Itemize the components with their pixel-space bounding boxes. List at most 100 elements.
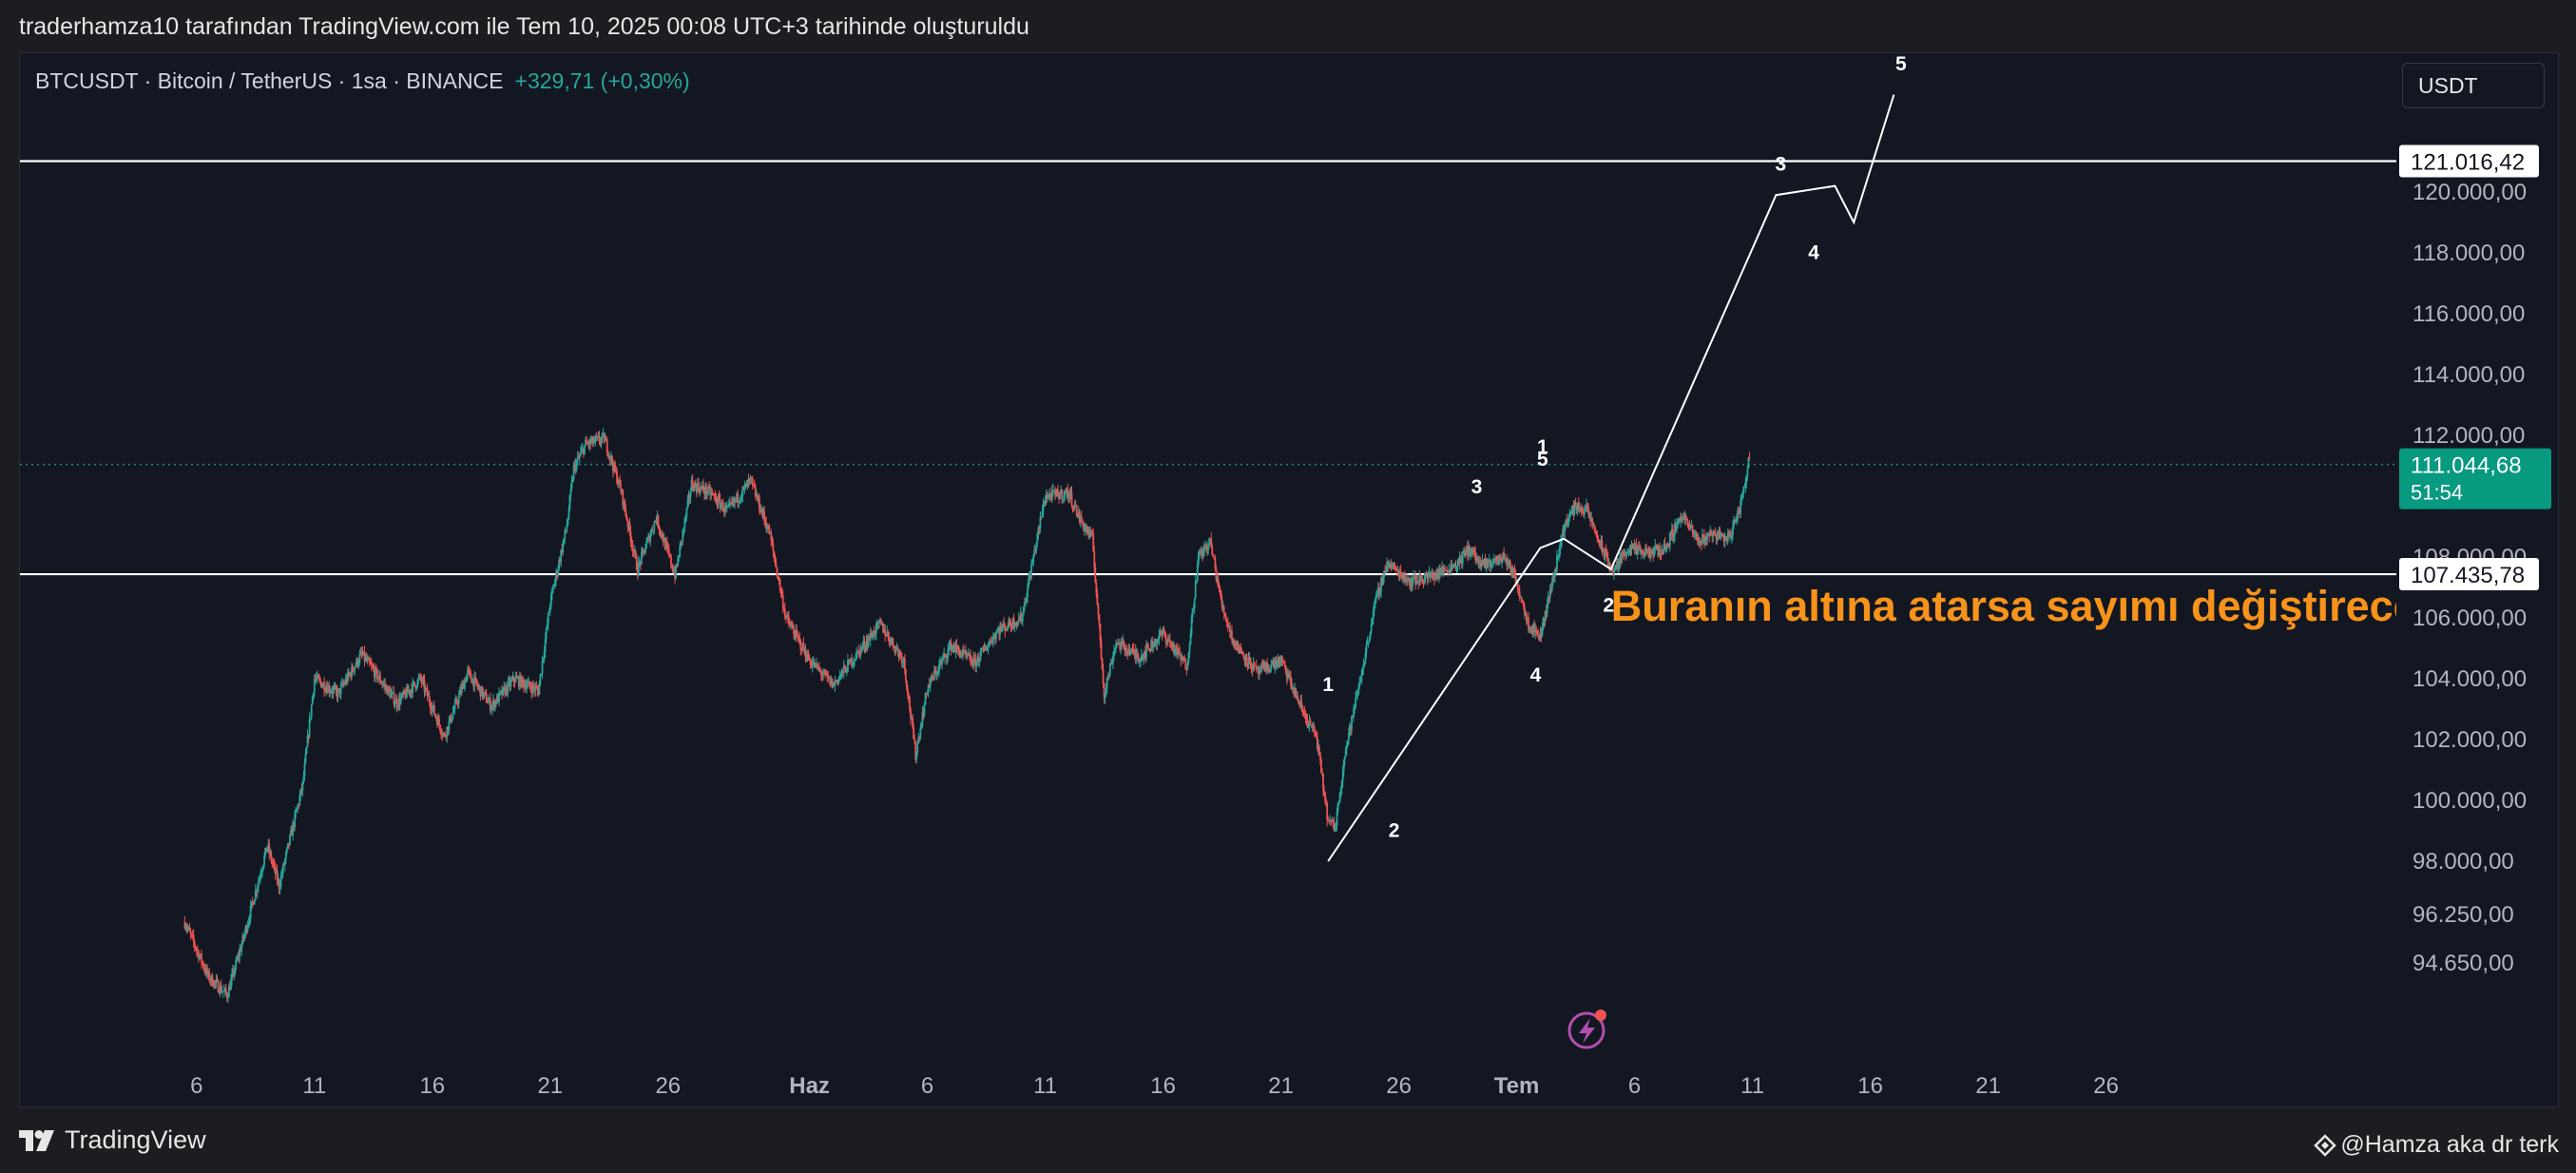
candle-body <box>457 695 460 703</box>
candle-body <box>1659 547 1662 554</box>
y-tick-label-4: 112.000,00 <box>2413 423 2525 449</box>
candle-body <box>1613 570 1615 574</box>
candle-body <box>433 704 435 715</box>
candle-body <box>1245 654 1248 664</box>
candle-body <box>1097 604 1100 615</box>
tradingview-logo-icon <box>19 1129 54 1151</box>
candle-body <box>653 521 656 530</box>
price-line-label-0: 121.016,42 <box>2411 149 2525 175</box>
candle-body <box>1321 772 1323 774</box>
candle-body <box>689 491 692 498</box>
diamond-icon <box>2314 1133 2337 1157</box>
candle-body <box>775 563 778 568</box>
candle-body <box>394 702 396 704</box>
candle-body <box>644 548 646 553</box>
candle-body <box>305 746 308 755</box>
chart-panel[interactable]: 1 2 3 4 5 1 2 3 4 5 Buranın altına atarsa sayımı d… <box>19 52 2559 1107</box>
candle-body <box>201 953 202 963</box>
candle-body <box>1584 510 1586 514</box>
candle-body <box>903 657 906 670</box>
candle-body <box>1597 538 1600 540</box>
candle-body <box>685 508 688 517</box>
candle-body <box>1270 664 1273 671</box>
x-tick-label-12: 6 <box>1628 1073 1641 1099</box>
candle-body <box>552 586 554 590</box>
chart-caption: traderhamza10 tarafından TradingView.com… <box>19 13 1029 40</box>
candle-body <box>470 671 471 679</box>
candle-body <box>1365 644 1368 653</box>
y-tick-label-1: 118.000,00 <box>2413 240 2525 266</box>
author-name: @Hamza aka dr terk <box>2340 1131 2559 1158</box>
wave-label-3: 4 <box>1530 664 1542 686</box>
x-tick-label-0: 6 <box>190 1073 202 1099</box>
candle-body <box>1108 664 1111 676</box>
y-tick-label-2: 116.000,00 <box>2413 301 2525 327</box>
x-tick-label-10: 26 <box>1386 1073 1412 1099</box>
candle-body <box>1075 505 1078 516</box>
candle-body <box>579 452 582 456</box>
symbol-name: BTCUSDT · Bitcoin / TetherUS · 1sa · BIN… <box>35 68 504 93</box>
candle-body <box>452 712 454 720</box>
candle-body <box>1100 641 1103 659</box>
wave-label-2: 3 <box>1471 476 1483 498</box>
candle-body <box>1080 516 1083 523</box>
x-tick-label-2: 16 <box>419 1073 445 1099</box>
candle-body <box>1309 720 1312 726</box>
candle-body <box>892 638 894 646</box>
candle-body <box>1193 598 1196 608</box>
candle-body <box>566 525 568 530</box>
candle-body <box>1147 646 1149 649</box>
tradingview-logo[interactable]: TradingView <box>19 1125 206 1155</box>
tradingview-logo-text: TradingView <box>65 1125 206 1154</box>
candle-body <box>295 811 298 814</box>
candle-body <box>916 742 919 753</box>
candle-body <box>772 544 775 551</box>
candle-body <box>527 683 529 686</box>
wave-label-8: 4 <box>1808 241 1819 263</box>
candle-body <box>1706 534 1708 541</box>
currency-button[interactable]: USDT <box>2402 63 2545 108</box>
candle-body <box>453 702 456 710</box>
countdown-label: 51:54 <box>2411 481 2463 505</box>
y-tick-label-3: 114.000,00 <box>2413 362 2525 388</box>
wave-label-0: 1 <box>1322 674 1334 696</box>
wave-label-7: 3 <box>1776 154 1787 176</box>
candle-body <box>643 549 644 551</box>
candle-body <box>1355 698 1357 707</box>
candle-body <box>258 880 260 888</box>
current-price-label: 111.044,68 <box>2411 453 2522 479</box>
candle-body <box>352 666 354 671</box>
price-line-label-1: 107.435,78 <box>2411 563 2525 588</box>
candle-body <box>303 762 306 777</box>
candle-body <box>1222 606 1225 614</box>
lightning-icon[interactable] <box>1567 1010 1606 1049</box>
candle-body <box>1644 556 1645 558</box>
y-tick-label-0: 120.000,00 <box>2413 180 2527 205</box>
x-tick-label-14: 16 <box>1857 1073 1883 1099</box>
wave-line-0 <box>1327 94 1895 862</box>
candle-body <box>438 718 440 725</box>
candle-body <box>751 478 754 484</box>
candle-body <box>1535 628 1538 631</box>
candle-body <box>1030 564 1033 578</box>
x-tick-label-6: 6 <box>921 1073 933 1099</box>
candle-body <box>310 704 313 719</box>
candle-body <box>1188 644 1191 654</box>
candle-body <box>1351 716 1353 730</box>
y-tick-label-7: 104.000,00 <box>2413 666 2527 692</box>
candle-body <box>1096 592 1099 605</box>
candle-body <box>1444 567 1447 570</box>
x-tick-label-1: 11 <box>302 1073 326 1099</box>
candle-body <box>678 557 681 559</box>
candle-body <box>1070 492 1073 506</box>
wave-label-9: 5 <box>1895 53 1907 75</box>
candle-body <box>1746 468 1749 476</box>
x-tick-label-13: 11 <box>1740 1073 1764 1099</box>
chart-canvas[interactable]: 1234512345Buranın altına atarsa sayımı d… <box>20 53 2559 1107</box>
x-tick-label-5: Haz <box>789 1073 830 1099</box>
x-tick-label-11: Tem <box>1494 1073 1540 1099</box>
candle-body <box>547 613 549 625</box>
candle-body <box>1098 614 1101 625</box>
y-tick-label-11: 96.250,00 <box>2413 902 2514 928</box>
candle-body <box>1194 581 1197 599</box>
